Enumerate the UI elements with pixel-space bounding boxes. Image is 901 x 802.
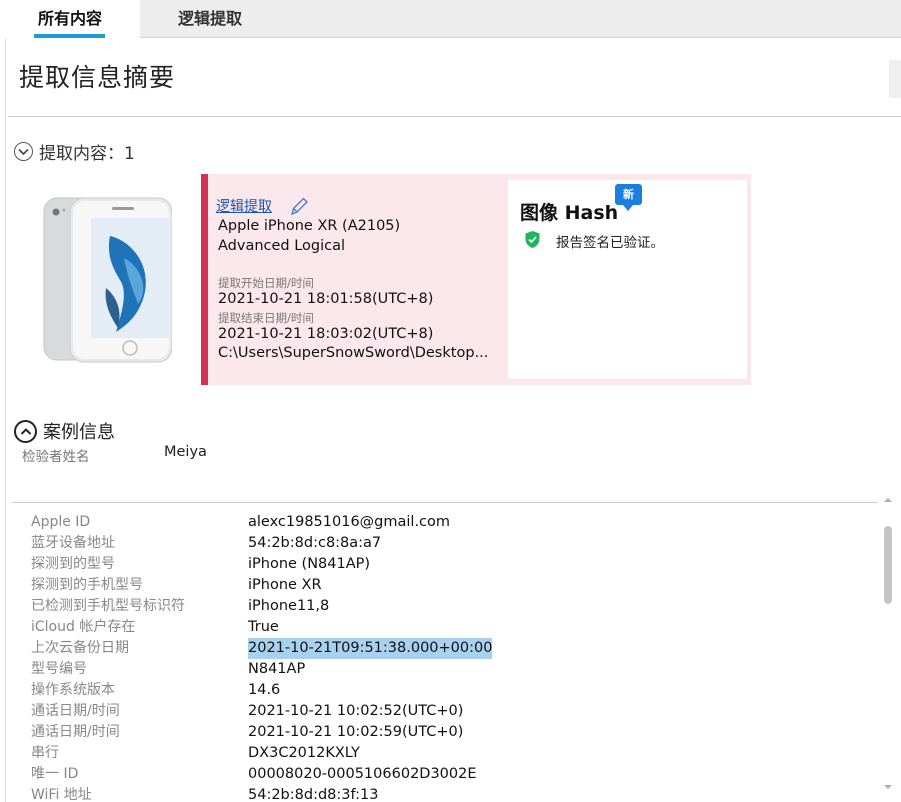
signature-verified-text: 报告签名已验证。: [556, 235, 664, 251]
detail-row: 探测到的型号 iPhone (N841AP): [31, 554, 871, 575]
start-time-label: 提取开始日期/时间: [218, 276, 314, 290]
detail-value[interactable]: N841AP: [248, 659, 305, 680]
detail-value-selected[interactable]: 2021-10-21T09:51:38.000+00:00: [248, 638, 493, 659]
detail-row: WiFi 地址 54:2b:8d:d8:3f:13: [31, 785, 871, 802]
detail-row: 通话日期/时间 2021-10-21 10:02:59(UTC+0): [31, 722, 871, 743]
tab-bar: 所有内容 逻辑提取: [0, 0, 901, 39]
detail-label: 串行: [31, 745, 59, 761]
tab-all-content-label: 所有内容: [37, 9, 102, 28]
detail-label: 操作系统版本: [31, 682, 115, 698]
device-details-table: Apple ID alexc19851016@gmail.com 蓝牙设备地址 54…: [31, 512, 871, 802]
end-time-label: 提取结束日期/时间: [218, 311, 314, 325]
detail-value[interactable]: 2021-10-21 10:02:52(UTC+0): [248, 701, 463, 722]
page-title: 提取信息摘要: [19, 63, 176, 92]
detail-label: 蓝牙设备地址: [31, 535, 115, 551]
detail-label: WiFi 地址: [31, 787, 92, 802]
examiner-name-label: 检验者姓名: [22, 449, 90, 465]
detail-label: 已检测到手机型号标识符: [31, 598, 185, 614]
left-divider: [0, 38, 6, 802]
shield-check-icon: [524, 230, 541, 249]
edit-pencil-icon[interactable]: [289, 195, 309, 217]
detail-value[interactable]: 14.6: [248, 680, 280, 701]
detail-row: 蓝牙设备地址 54:2b:8d:c8:8a:a7: [31, 533, 871, 554]
detail-label: 上次云备份日期: [31, 640, 129, 656]
extraction-card: 逻辑提取 Apple iPhone XR (A2105) Advanced Lo…: [201, 174, 751, 385]
detail-value[interactable]: alexc19851016@gmail.com: [248, 512, 450, 533]
case-section-header[interactable]: 案例信息: [14, 418, 115, 444]
chevron-up-circle-icon[interactable]: [14, 419, 37, 443]
detail-value[interactable]: 00008020-0005106602D3002E: [248, 764, 477, 785]
detail-label: 唯一 ID: [31, 766, 79, 782]
detail-row: iCloud 帐户存在 True: [31, 617, 871, 638]
detail-value[interactable]: 54:2b:8d:d8:3f:13: [248, 785, 378, 802]
image-hash-panel: 图像 Hash 新 报告签名已验证。: [508, 180, 747, 379]
case-section-title: 案例信息: [43, 422, 115, 443]
extraction-path: C:\Users\SuperSnowSword\Desktop...: [218, 345, 489, 361]
start-time-value: 2021-10-21 18:01:58(UTC+8): [218, 291, 434, 307]
detail-label: iCloud 帐户存在: [31, 619, 136, 635]
detail-row: 探测到的手机型号 iPhone XR: [31, 575, 871, 596]
detail-label: 探测到的型号: [31, 556, 115, 572]
extraction-section-title: 提取内容：1: [39, 144, 135, 164]
scroll-up-arrow-icon[interactable]: [882, 491, 894, 503]
detail-row: 通话日期/时间 2021-10-21 10:02:52(UTC+0): [31, 701, 871, 722]
detail-row: 上次云备份日期 2021-10-21T09:51:38.000+00:00: [31, 638, 871, 659]
detail-label: 型号编号: [31, 661, 87, 677]
logical-extraction-link[interactable]: 逻辑提取: [216, 196, 272, 216]
detail-value[interactable]: DX3C2012KXLY: [248, 743, 360, 764]
header-action-button[interactable]: [889, 60, 901, 98]
details-divider: [12, 502, 878, 503]
end-time-value: 2021-10-21 18:03:02(UTC+8): [218, 326, 434, 342]
chevron-down-circle-icon[interactable]: [14, 142, 33, 161]
detail-row: 唯一 ID 00008020-0005106602D3002E: [31, 764, 871, 785]
detail-row: Apple ID alexc19851016@gmail.com: [31, 512, 871, 533]
extraction-section-header[interactable]: 提取内容：1: [14, 139, 135, 164]
detail-value[interactable]: iPhone (N841AP): [248, 554, 370, 575]
active-tab-indicator: [34, 34, 105, 38]
detail-value[interactable]: 2021-10-21 10:02:59(UTC+0): [248, 722, 463, 743]
device-name: Apple iPhone XR (A2105): [218, 218, 401, 234]
detail-label: 通话日期/时间: [31, 703, 120, 719]
new-badge: 新: [615, 184, 642, 211]
image-hash-title: 图像 Hash: [520, 202, 619, 224]
detail-value[interactable]: 54:2b:8d:c8:8a:a7: [248, 533, 381, 554]
tab-all-content[interactable]: 所有内容: [0, 0, 140, 39]
detail-row: 型号编号 N841AP: [31, 659, 871, 680]
detail-value[interactable]: iPhone11,8: [248, 596, 329, 617]
device-image: [40, 196, 173, 364]
examiner-name-value: Meiya: [164, 444, 207, 460]
detail-row: 已检测到手机型号标识符 iPhone11,8: [31, 596, 871, 617]
tab-logical-extraction[interactable]: 逻辑提取: [140, 0, 280, 38]
detail-value[interactable]: iPhone XR: [248, 575, 322, 596]
detail-row: 串行 DX3C2012KXLY: [31, 743, 871, 764]
extraction-type: Advanced Logical: [218, 238, 346, 254]
detail-label: Apple ID: [31, 514, 91, 530]
detail-label: 通话日期/时间: [31, 724, 120, 740]
scrollbar-thumb[interactable]: [884, 526, 892, 604]
title-divider: [8, 116, 901, 117]
detail-row: 操作系统版本 14.6: [31, 680, 871, 701]
detail-value[interactable]: True: [248, 617, 279, 638]
detail-label: 探测到的手机型号: [31, 577, 143, 593]
scroll-down-arrow-icon[interactable]: [882, 778, 894, 790]
tab-logical-extraction-label: 逻辑提取: [177, 9, 242, 28]
